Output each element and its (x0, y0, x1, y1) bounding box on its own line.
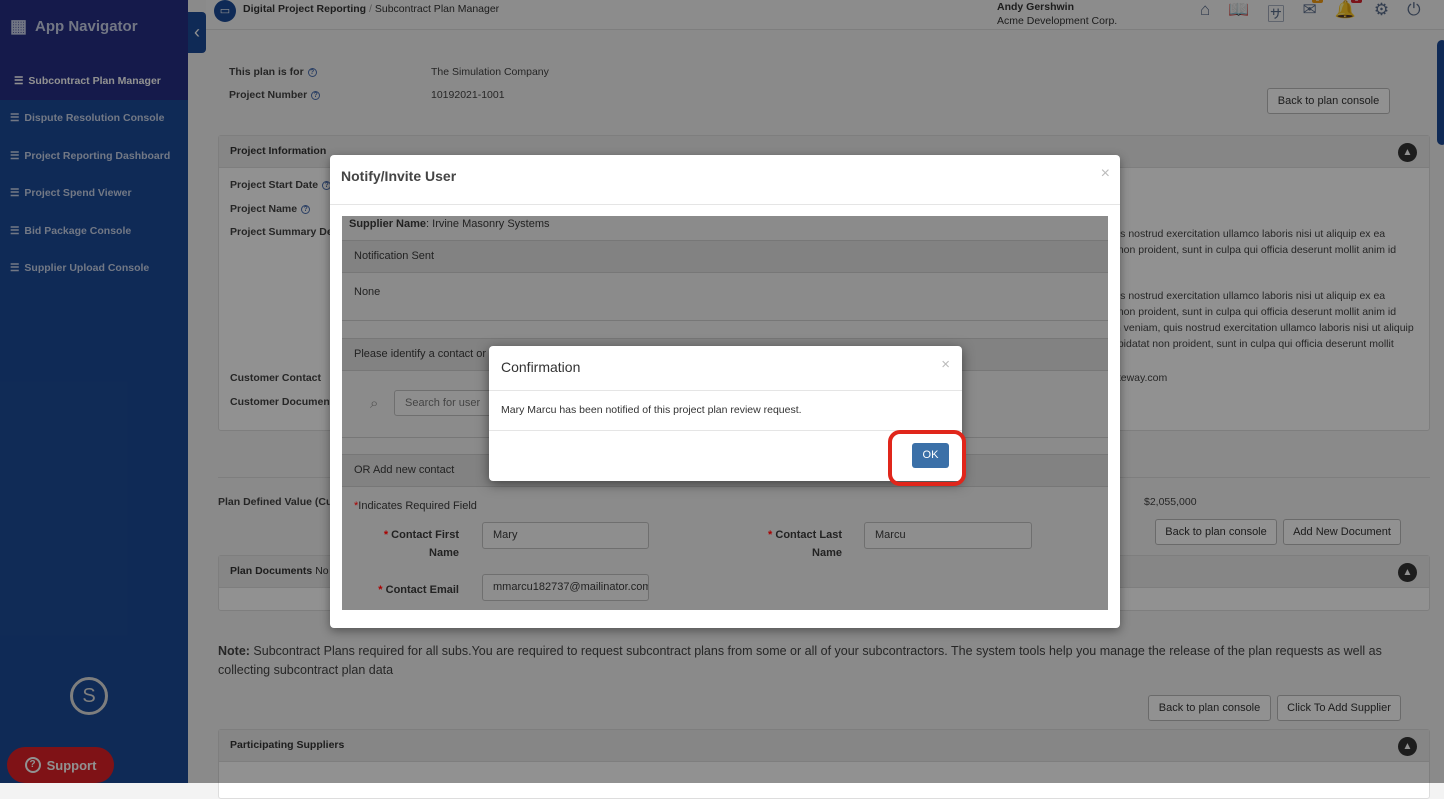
search-icon: ⌕ (370, 395, 379, 412)
notification-sent-header: Notification Sent (342, 240, 1108, 273)
notification-sent-value: None (354, 286, 381, 298)
modal-title: Notify/Invite User (341, 168, 457, 184)
required-note: *Indicates Required Field (354, 500, 477, 512)
first-name-label: * Contact First Name (383, 529, 459, 559)
supplier-name: Supplier Name: Irvine Masonry Systems (349, 218, 550, 230)
close-icon[interactable]: × (941, 356, 950, 373)
last-name-label: * Contact Last Name (768, 529, 842, 559)
highlight-annotation (888, 430, 966, 486)
dialog-message: Mary Marcu has been notified of this pro… (501, 404, 802, 416)
dialog-title: Confirmation (501, 359, 581, 375)
last-name-input[interactable]: Marcu (864, 522, 1032, 549)
email-input[interactable]: mmarcu182737@mailinator.com (482, 574, 649, 601)
close-icon[interactable]: × (1101, 165, 1110, 183)
first-name-input[interactable]: Mary (482, 522, 649, 549)
email-label: * Contact Email (378, 584, 459, 596)
